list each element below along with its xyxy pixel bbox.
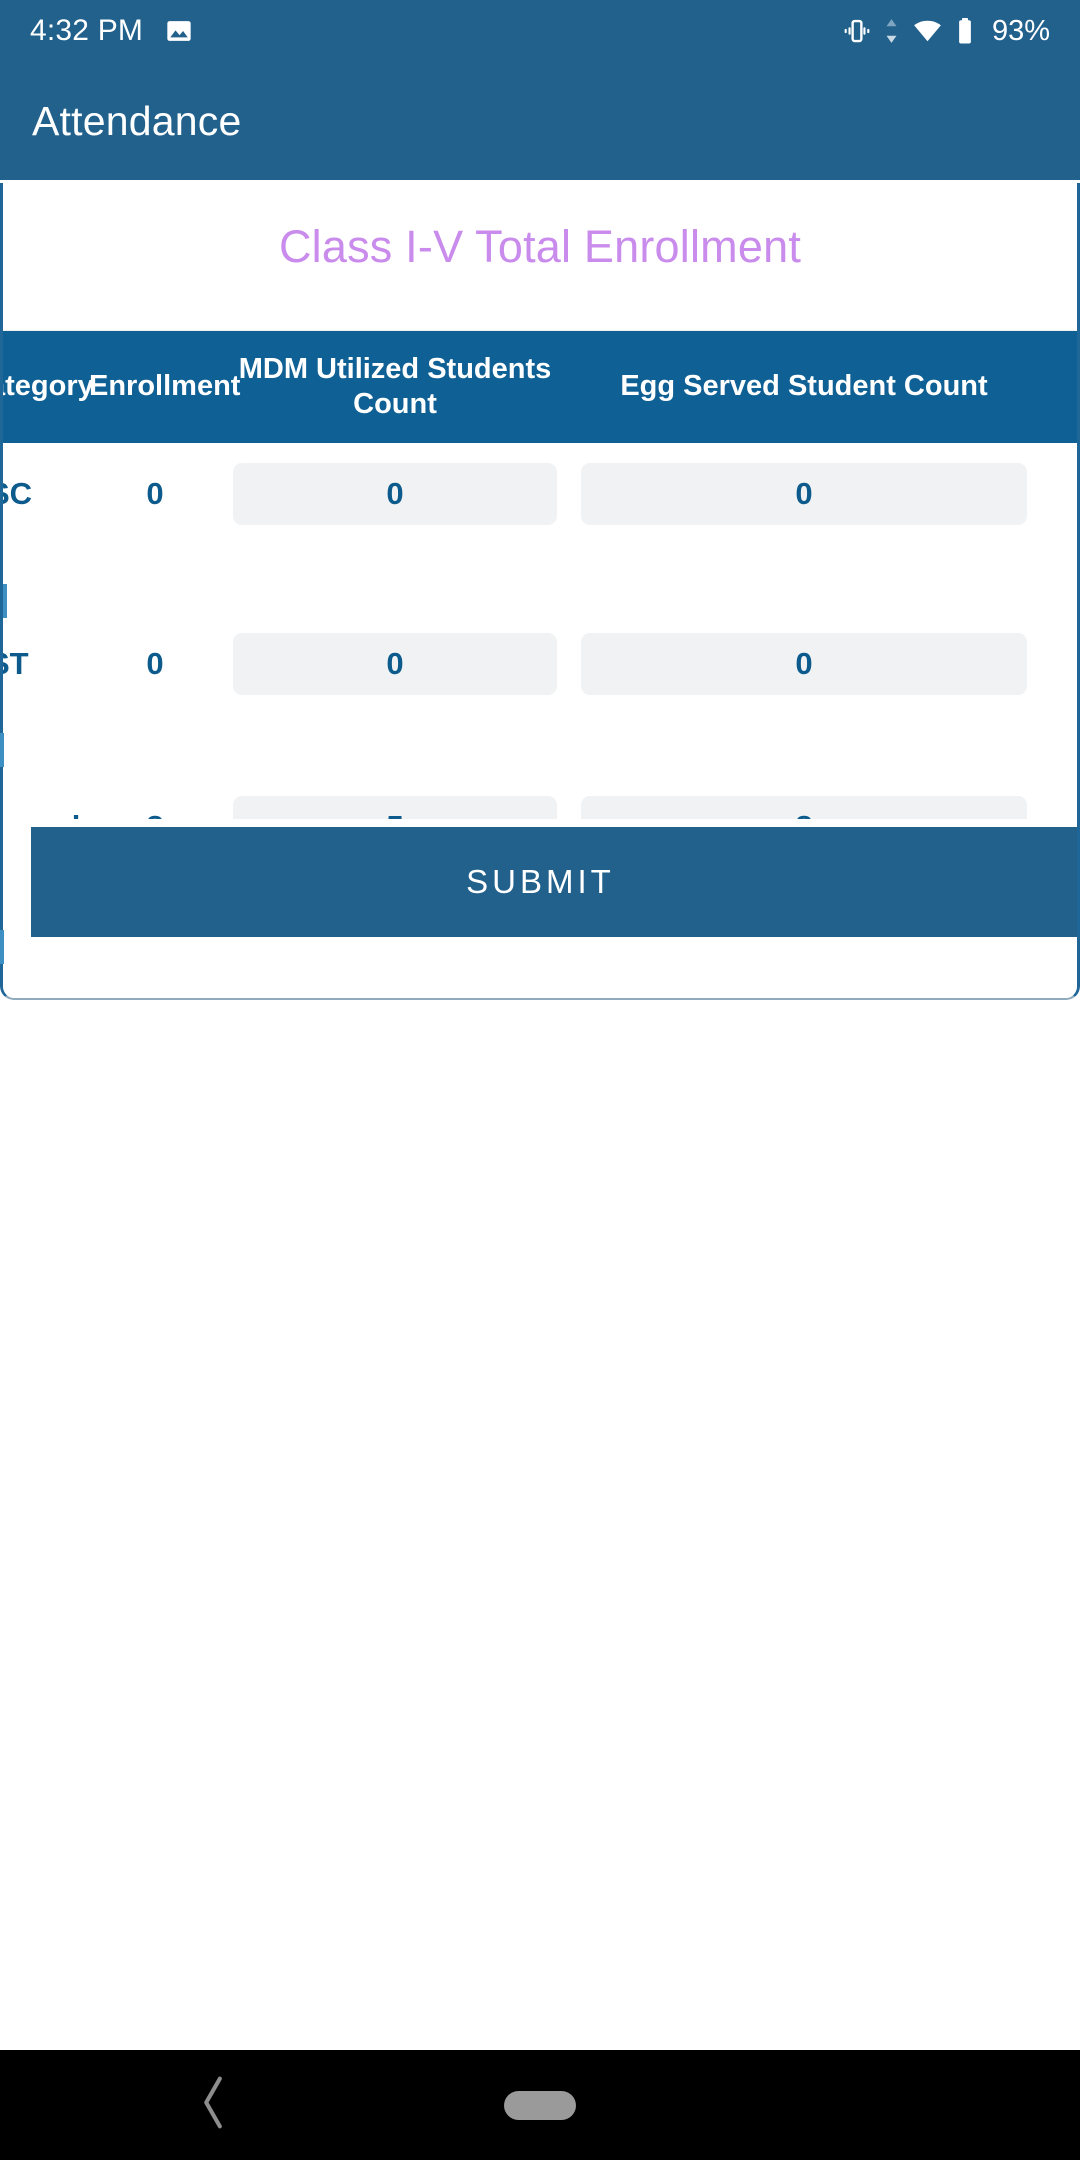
- column-header-egg-served: Egg Served Student Count: [620, 370, 988, 403]
- status-time: 4:32 PM: [30, 14, 144, 47]
- status-bar-right: 93%: [842, 15, 1050, 48]
- egg-served-input[interactable]: [581, 632, 1027, 695]
- card-title: Class I-V Total Enrollment: [278, 221, 802, 272]
- battery-percent: 93%: [991, 14, 1050, 47]
- submit-button[interactable]: SUBMIT: [31, 827, 1077, 937]
- status-bar: 4:32 PM 93%: [0, 0, 1080, 62]
- scroll-edge-marker: [0, 930, 4, 964]
- page-title: Attendance: [32, 97, 242, 144]
- row-gap: [3, 544, 1077, 618]
- data-transfer-icon: [883, 16, 900, 46]
- column-header-enrollment: Enrollment: [89, 370, 241, 403]
- table-row: ST 0: [3, 613, 1077, 714]
- status-bar-left: 4:32 PM: [30, 14, 193, 48]
- enrollment-form-card: Class I-V Total Enrollment ategory Enrol…: [0, 183, 1080, 1000]
- scroll-edge-marker: [0, 733, 4, 767]
- back-chevron-icon[interactable]: [196, 2074, 230, 2137]
- wifi-icon: [911, 16, 944, 46]
- row-mdm-cell: [221, 462, 569, 525]
- row-egg-cell: [569, 462, 1039, 525]
- title-divider-gap: [3, 273, 1077, 331]
- android-nav-bar: [0, 2050, 1080, 2160]
- column-header-mdm-utilized: MDM Utilized Students Count: [238, 352, 552, 420]
- home-pill-icon[interactable]: [504, 2090, 576, 2120]
- image-icon: [165, 17, 193, 45]
- row-enrollment-value: 0: [146, 645, 164, 681]
- row-mdm-cell: [221, 632, 569, 695]
- attendance-table[interactable]: ategory Enrollment MDM Utilized Students…: [3, 331, 1077, 877]
- mdm-utilized-input[interactable]: [233, 462, 557, 525]
- row-egg-cell: [569, 632, 1039, 695]
- vibrate-icon: [842, 16, 872, 46]
- content-area: Class I-V Total Enrollment ategory Enrol…: [0, 180, 1080, 2050]
- row-category-label: SC: [3, 475, 33, 511]
- column-header-category: ategory: [3, 370, 94, 403]
- submit-area: SUBMIT: [3, 819, 1077, 998]
- row-category-label: ST: [3, 645, 29, 681]
- battery-icon: [955, 16, 975, 46]
- mdm-utilized-input[interactable]: [233, 632, 557, 695]
- row-enrollment-value: 0: [146, 475, 164, 511]
- table-header-row: ategory Enrollment MDM Utilized Students…: [3, 331, 1077, 443]
- table-row: SC 0: [3, 443, 1077, 544]
- egg-served-input[interactable]: [581, 462, 1027, 525]
- app-bar: Attendance: [0, 62, 1080, 180]
